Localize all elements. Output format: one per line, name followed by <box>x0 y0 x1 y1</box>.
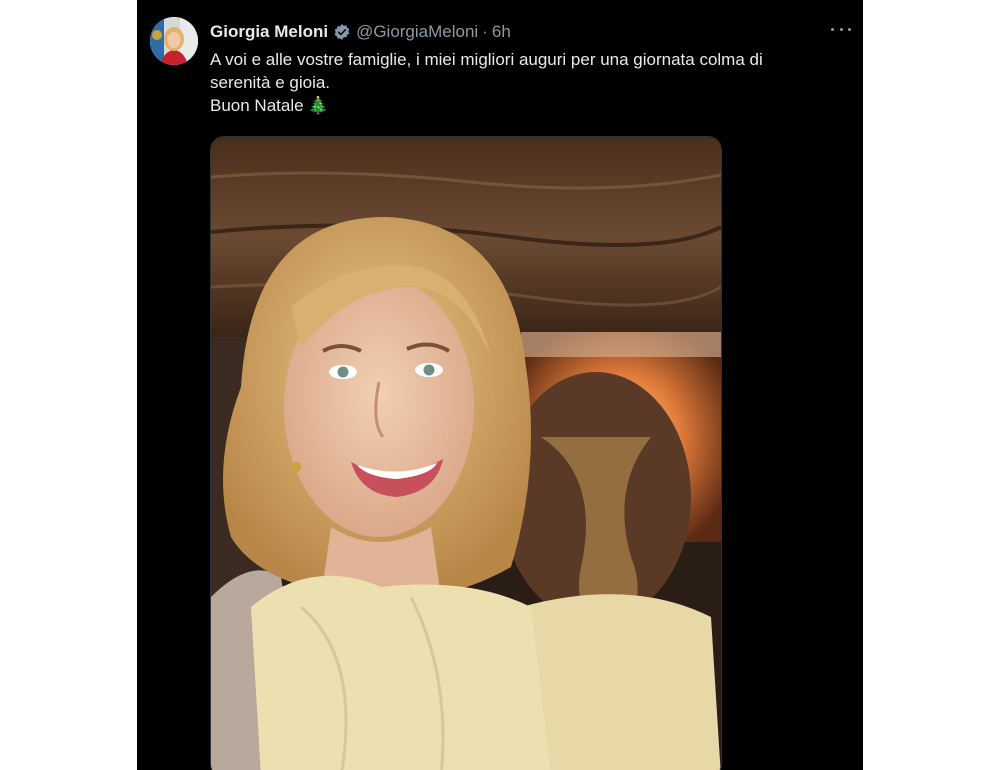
display-name[interactable]: Giorgia Meloni <box>210 22 328 42</box>
more-options-icon[interactable] <box>831 22 851 36</box>
header-separator: · <box>482 22 488 41</box>
page: Giorgia Meloni @GiorgiaMeloni · 6h A voi… <box>0 0 1000 770</box>
user-handle[interactable]: @GiorgiaMeloni <box>356 22 478 42</box>
verified-badge-icon <box>334 24 350 40</box>
tweet-text-line: Buon Natale 🎄 <box>210 94 840 117</box>
avatar-image <box>150 17 198 65</box>
tweet-header: Giorgia Meloni @GiorgiaMeloni · 6h <box>210 21 511 43</box>
selfie-photo <box>211 137 721 770</box>
tweet-text-line: A voi e alle vostre famiglie, i miei mig… <box>210 50 763 69</box>
tweet-text-line: serenità e gioia. <box>210 73 331 92</box>
tweet-text-greeting: Buon Natale <box>210 96 304 115</box>
avatar[interactable] <box>150 17 198 65</box>
tweet-card[interactable]: Giorgia Meloni @GiorgiaMeloni · 6h A voi… <box>137 0 863 770</box>
tweet-photo[interactable] <box>210 136 722 770</box>
tweet-text: A voi e alle vostre famiglie, i miei mig… <box>210 48 840 117</box>
timestamp[interactable]: 6h <box>492 22 511 42</box>
christmas-tree-emoji-icon: 🎄 <box>307 96 329 115</box>
